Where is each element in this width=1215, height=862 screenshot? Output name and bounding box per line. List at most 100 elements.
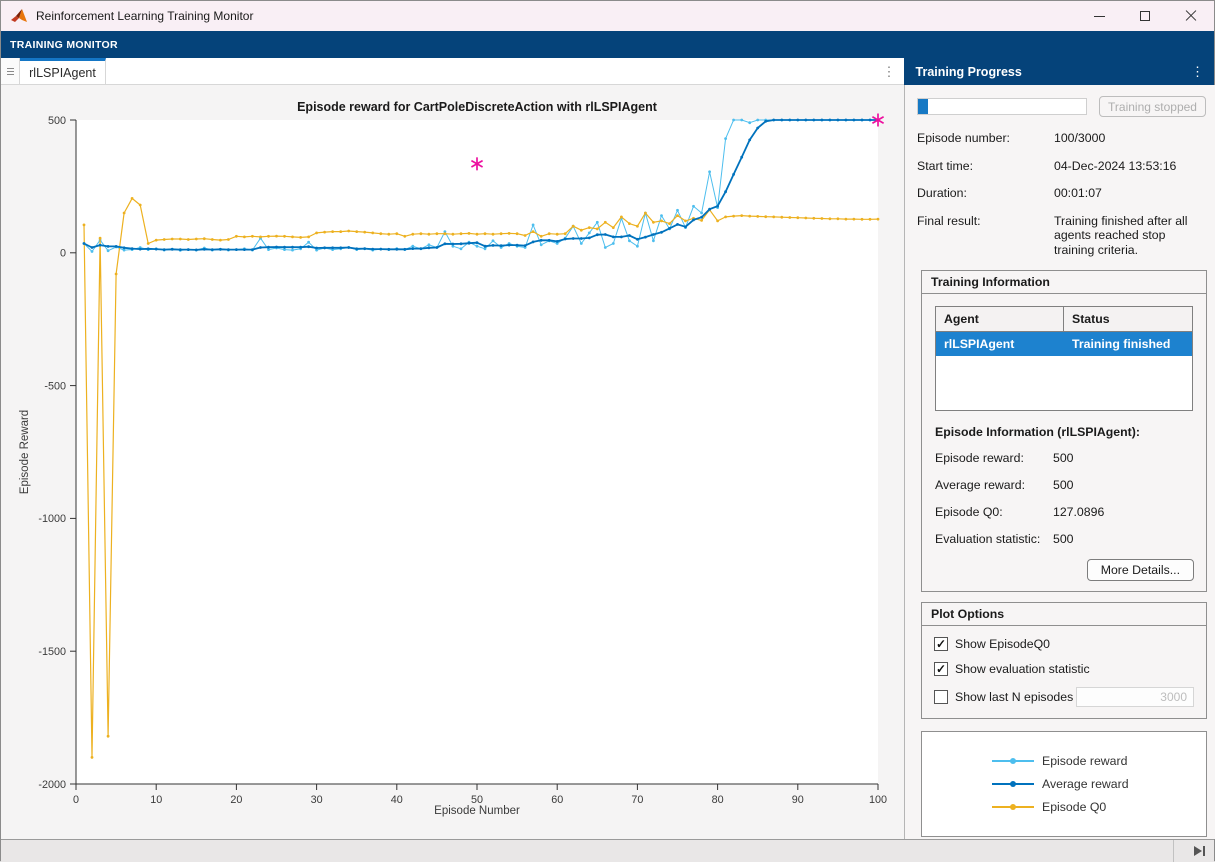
- info-row-final-result: Final result: Training finished after al…: [917, 214, 1206, 258]
- info-value: 00:01:07: [1054, 186, 1206, 201]
- skip-to-end-icon[interactable]: [1194, 846, 1207, 856]
- tab-rllspiagent[interactable]: rlLSPIAgent: [20, 58, 106, 84]
- checkbox-label: Show EpisodeQ0: [955, 637, 1050, 651]
- table-row[interactable]: rlLSPIAgent Training finished: [936, 332, 1192, 356]
- info-label: Final result:: [917, 214, 1054, 258]
- show-evaluation-statistic-checkbox[interactable]: ✓: [934, 662, 948, 676]
- svg-text:10: 10: [150, 794, 162, 806]
- info-value: Training finished after all agents reach…: [1054, 214, 1206, 258]
- training-stopped-button[interactable]: Training stopped: [1099, 96, 1206, 117]
- figure-panel: Episode reward for CartPoleDiscreteActio…: [1, 85, 904, 839]
- svg-text:500: 500: [48, 115, 66, 127]
- status-bar: [1, 839, 1214, 862]
- training-progress-panel: Training stopped Episode number: 100/300…: [905, 85, 1215, 839]
- svg-text:Episode Number: Episode Number: [434, 805, 520, 817]
- info-label: Episode number:: [917, 131, 1054, 146]
- window-title: Reinforcement Learning Training Monitor: [36, 9, 253, 23]
- svg-text:60: 60: [551, 794, 563, 806]
- svg-text:-1500: -1500: [38, 646, 66, 658]
- table-header-row: Agent Status: [936, 307, 1192, 332]
- status-cell: Training finished: [1064, 332, 1192, 356]
- legend-label: Episode Q0: [1042, 800, 1106, 814]
- legend-line-swatch: [992, 760, 1034, 762]
- ribbon-tab-training-monitor[interactable]: TRAINING MONITOR: [10, 39, 118, 51]
- agent-status-table: Agent Status rlLSPIAgent Training finish…: [935, 306, 1193, 411]
- legend-entry-episode-q0: Episode Q0: [992, 796, 1206, 819]
- toolstrip-ribbon: TRAINING MONITOR: [1, 31, 1214, 58]
- average-reward-row: Average reward: 500: [935, 478, 1193, 492]
- svg-text:0: 0: [60, 248, 66, 260]
- legend-label: Average reward: [1042, 777, 1129, 791]
- stat-value: 500: [1053, 478, 1074, 492]
- plot-options-group: Plot Options ✓ Show EpisodeQ0 ✓ Show eva…: [921, 602, 1207, 719]
- panel-menu-button[interactable]: [1, 58, 20, 84]
- svg-text:30: 30: [311, 794, 323, 806]
- legend-line-swatch: [992, 806, 1034, 808]
- show-episodeq0-option: ✓ Show EpisodeQ0: [934, 637, 1194, 651]
- title-bar: Reinforcement Learning Training Monitor: [1, 1, 1214, 31]
- checkbox-label: Show last N episodes: [955, 690, 1073, 704]
- checkbox-label: Show evaluation statistic: [955, 662, 1090, 676]
- info-label: Duration:: [917, 186, 1054, 201]
- tab-overflow-menu-button[interactable]: ⋮: [883, 58, 896, 85]
- legend-marker-dot: [1010, 781, 1016, 787]
- svg-text:0: 0: [73, 794, 79, 806]
- svg-text:40: 40: [391, 794, 403, 806]
- svg-text:90: 90: [792, 794, 804, 806]
- last-n-episodes-input[interactable]: [1076, 687, 1194, 707]
- training-information-group: Training Information Agent Status rlLSPI…: [921, 270, 1207, 592]
- legend-entry-episode-reward: Episode reward: [992, 750, 1206, 773]
- show-episodeq0-checkbox[interactable]: ✓: [934, 637, 948, 651]
- agent-cell: rlLSPIAgent: [936, 332, 1064, 356]
- stat-label: Average reward:: [935, 478, 1053, 492]
- info-row-start-time: Start time: 04-Dec-2024 13:53:16: [917, 159, 1206, 174]
- table-empty-area: [936, 356, 1192, 410]
- panel-overflow-menu-button[interactable]: ⋮: [1191, 64, 1204, 80]
- panel-menu-icon: [7, 71, 14, 72]
- training-progress-fill: [918, 99, 928, 114]
- show-evaluation-statistic-option: ✓ Show evaluation statistic: [934, 662, 1194, 676]
- app-window: Reinforcement Learning Training Monitor …: [0, 0, 1215, 861]
- chart-legend: Episode reward Average reward Episode Q0: [921, 731, 1207, 837]
- column-header-status[interactable]: Status: [1064, 307, 1192, 332]
- matlab-logo-icon: [10, 8, 28, 24]
- minimize-button[interactable]: [1076, 1, 1122, 31]
- column-header-agent[interactable]: Agent: [936, 307, 1064, 332]
- close-icon: [1185, 10, 1197, 22]
- training-progress-bar: [917, 98, 1087, 115]
- maximize-icon: [1140, 11, 1150, 21]
- maximize-button[interactable]: [1122, 1, 1168, 31]
- evaluation-statistic-row: Evaluation statistic: 500: [935, 532, 1193, 546]
- svg-text:50: 50: [471, 794, 483, 806]
- stat-value: 127.0896: [1053, 505, 1104, 519]
- group-title: Training Information: [922, 271, 1206, 294]
- episode-reward-chart: Episode reward for CartPoleDiscreteActio…: [1, 85, 904, 839]
- svg-text:70: 70: [631, 794, 643, 806]
- show-last-n-episodes-checkbox[interactable]: [934, 690, 948, 704]
- legend-label: Episode reward: [1042, 754, 1127, 768]
- training-progress-header: Training Progress ⋮: [904, 58, 1214, 85]
- close-button[interactable]: [1168, 1, 1214, 31]
- info-label: Start time:: [917, 159, 1054, 174]
- run-info: Episode number: 100/3000 Start time: 04-…: [917, 131, 1206, 257]
- info-row-duration: Duration: 00:01:07: [917, 186, 1206, 201]
- svg-text:80: 80: [712, 794, 724, 806]
- info-value: 100/3000: [1054, 131, 1206, 146]
- stat-value: 500: [1053, 451, 1074, 465]
- legend-marker-dot: [1010, 804, 1016, 810]
- legend-entry-average-reward: Average reward: [992, 773, 1206, 796]
- stat-value: 500: [1053, 532, 1074, 546]
- stat-label: Evaluation statistic:: [935, 532, 1053, 546]
- minimize-icon: [1094, 16, 1105, 17]
- svg-text:100: 100: [869, 794, 887, 806]
- episode-information: Episode reward: 500 Average reward: 500 …: [935, 451, 1193, 546]
- tab-label: rlLSPIAgent: [29, 66, 96, 80]
- svg-text:Episode Reward: Episode Reward: [19, 410, 31, 494]
- info-row-episode-number: Episode number: 100/3000: [917, 131, 1206, 146]
- more-details-button[interactable]: More Details...: [1087, 559, 1194, 581]
- svg-text:-1000: -1000: [38, 513, 66, 525]
- show-last-n-episodes-option: Show last N episodes: [934, 687, 1194, 707]
- overflow-menu-icon: ⋮: [883, 64, 896, 80]
- episode-q0-row: Episode Q0: 127.0896: [935, 505, 1193, 519]
- status-bar-right-cell: [1173, 840, 1214, 862]
